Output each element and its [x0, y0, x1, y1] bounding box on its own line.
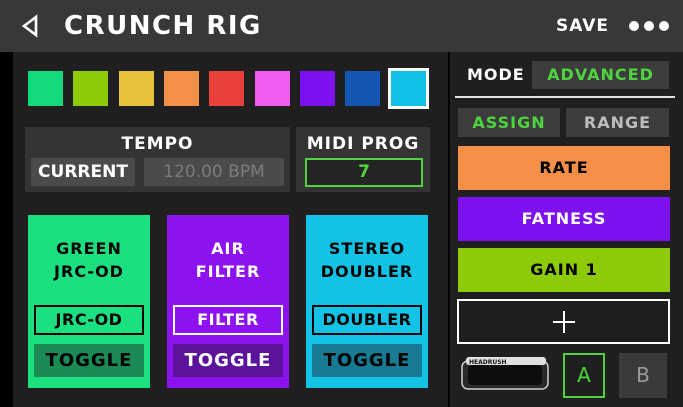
color-swatch[interactable]: [73, 71, 108, 106]
tempo-bpm-field[interactable]: 120.00 BPM: [144, 158, 284, 186]
card-toggle-button[interactable]: TOGGLE: [34, 344, 144, 377]
card-name-line: DOUBLER: [320, 262, 414, 281]
pedal-a-button[interactable]: A: [563, 353, 605, 398]
footswitch-card[interactable]: AIR FILTER FILTER TOGGLE: [167, 215, 289, 388]
card-block-name: AIR FILTER: [167, 237, 289, 283]
mode-selector[interactable]: ADVANCED: [532, 61, 669, 89]
card-toggle-button[interactable]: TOGGLE: [173, 344, 283, 377]
midi-prog-label: MIDI PROG: [306, 134, 420, 154]
expression-pedal-icon[interactable]: HEADRUSH: [460, 355, 552, 393]
footswitch-card[interactable]: STEREO DOUBLER DOUBLER TOGGLE: [306, 215, 428, 388]
plus-icon: [553, 311, 575, 333]
color-swatch[interactable]: [255, 71, 290, 106]
tempo-current-button[interactable]: CURRENT: [31, 158, 135, 186]
header-bar: CRUNCH RIG SAVE: [0, 0, 683, 52]
tab-assign[interactable]: ASSIGN: [458, 108, 560, 137]
card-name-line: GREEN: [56, 239, 122, 258]
card-block-name: STEREO DOUBLER: [306, 237, 428, 283]
mode-label: MODE: [467, 65, 525, 84]
more-dots-icon[interactable]: [628, 19, 670, 33]
color-swatch[interactable]: [300, 71, 335, 106]
card-name-line: FILTER: [195, 262, 261, 281]
card-name-line: STEREO: [328, 239, 406, 258]
footswitch-card[interactable]: GREEN JRC-OD JRC-OD TOGGLE: [28, 215, 150, 388]
tempo-label: TEMPO: [121, 134, 194, 154]
card-param-button[interactable]: JRC-OD: [34, 305, 144, 335]
card-param-button[interactable]: FILTER: [173, 305, 283, 335]
mode-divider: [455, 96, 675, 98]
save-button[interactable]: SAVE: [556, 13, 609, 39]
color-swatch[interactable]: [119, 71, 154, 106]
add-assignment-button[interactable]: [457, 299, 670, 344]
assignment-fatness[interactable]: FATNESS: [458, 197, 670, 241]
card-block-name: GREEN JRC-OD: [28, 237, 150, 283]
card-toggle-button[interactable]: TOGGLE: [312, 344, 422, 377]
midi-prog-field[interactable]: 7: [305, 158, 423, 187]
color-swatch[interactable]: [209, 71, 244, 106]
tempo-panel: TEMPO CURRENT 120.00 BPM: [25, 127, 290, 192]
card-param-button[interactable]: DOUBLER: [312, 305, 422, 335]
assignment-gain[interactable]: GAIN 1: [458, 248, 670, 292]
pedal-brand-text: HEADRUSH: [469, 359, 507, 366]
preset-title[interactable]: CRUNCH RIG: [64, 7, 262, 45]
color-swatch-selected[interactable]: [388, 68, 429, 109]
color-swatch[interactable]: [164, 71, 199, 106]
color-swatch[interactable]: [28, 71, 63, 106]
color-swatch-row: [25, 68, 435, 110]
back-triangle-icon[interactable]: [20, 14, 40, 38]
midi-prog-panel: MIDI PROG 7: [296, 127, 430, 192]
color-swatch[interactable]: [345, 71, 380, 106]
card-name-line: AIR: [211, 239, 245, 258]
card-name-line: JRC-OD: [54, 262, 124, 281]
pedal-b-button[interactable]: B: [619, 353, 667, 398]
assignment-rate[interactable]: RATE: [458, 146, 670, 190]
tab-range[interactable]: RANGE: [566, 108, 669, 137]
